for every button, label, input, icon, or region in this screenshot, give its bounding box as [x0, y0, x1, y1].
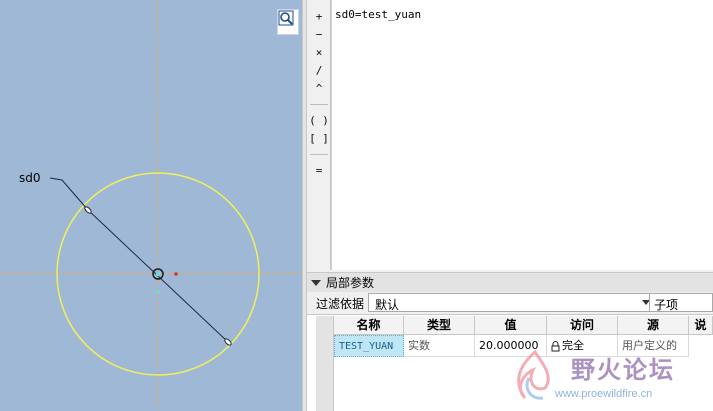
- filter-row: 过滤依据 默认 子项: [307, 292, 713, 313]
- param-name-cell[interactable]: TEST_YUAN: [334, 335, 404, 357]
- sketch-canvas[interactable]: [0, 0, 302, 411]
- filter-label: 过滤依据: [316, 297, 365, 311]
- red-point: [174, 272, 178, 276]
- brackets-button[interactable]: [ ]: [309, 130, 329, 147]
- relations-editor[interactable]: sd0=test_yuan: [331, 0, 713, 270]
- column-header-value[interactable]: 值: [475, 316, 547, 335]
- toolbar-divider: [310, 104, 328, 105]
- local-params-header[interactable]: 局部参数: [307, 272, 713, 292]
- filter-dropdown[interactable]: 默认: [368, 293, 654, 312]
- divide-operator-button[interactable]: /: [309, 62, 329, 79]
- toolbar-divider: [310, 154, 328, 155]
- table-header: 名称 类型 值 访问 源 说: [334, 316, 713, 335]
- column-header-description[interactable]: 说: [689, 316, 713, 335]
- watermark-title: 野火论坛: [571, 356, 675, 384]
- dimension-arrow-end: [224, 338, 232, 346]
- watermark-url: www.proewildfire.cn: [555, 388, 653, 400]
- filter-selected-value: 默认: [375, 298, 400, 312]
- column-header-access[interactable]: 访问: [547, 316, 618, 335]
- column-header-type[interactable]: 类型: [404, 316, 475, 335]
- flame-logo-icon: [517, 349, 550, 400]
- equals-operator-button[interactable]: =: [309, 162, 329, 179]
- dimension-label[interactable]: sd0: [19, 171, 41, 185]
- minus-operator-button[interactable]: −: [309, 26, 329, 43]
- collapse-arrow-icon[interactable]: [311, 279, 321, 286]
- dimension-arrow-start: [84, 206, 92, 214]
- relation-text[interactable]: sd0=test_yuan: [335, 8, 421, 21]
- center-point: [156, 272, 160, 276]
- zoom-button[interactable]: [277, 9, 299, 35]
- multiply-operator-button[interactable]: ×: [309, 44, 329, 61]
- parentheses-button[interactable]: ( ): [309, 112, 329, 129]
- site-watermark: 野火论坛 www.proewildfire.cn: [505, 346, 713, 411]
- dimension-leader: [49, 177, 89, 211]
- zoom-icon: [278, 10, 294, 26]
- column-header-name[interactable]: 名称: [334, 316, 404, 335]
- operator-toolbar: + − × / ^ ( ) [ ] =: [307, 0, 331, 270]
- plus-operator-button[interactable]: +: [309, 8, 329, 25]
- row-header-column: [316, 316, 334, 411]
- column-header-source[interactable]: 源: [618, 316, 689, 335]
- graphics-viewport[interactable]: sd0: [0, 0, 302, 411]
- param-type-cell[interactable]: 实数: [404, 335, 475, 357]
- subitems-toggle[interactable]: 子项: [649, 293, 713, 312]
- local-params-title: 局部参数: [326, 276, 375, 290]
- power-operator-button[interactable]: ^: [309, 80, 329, 97]
- cyan-point: [156, 290, 160, 294]
